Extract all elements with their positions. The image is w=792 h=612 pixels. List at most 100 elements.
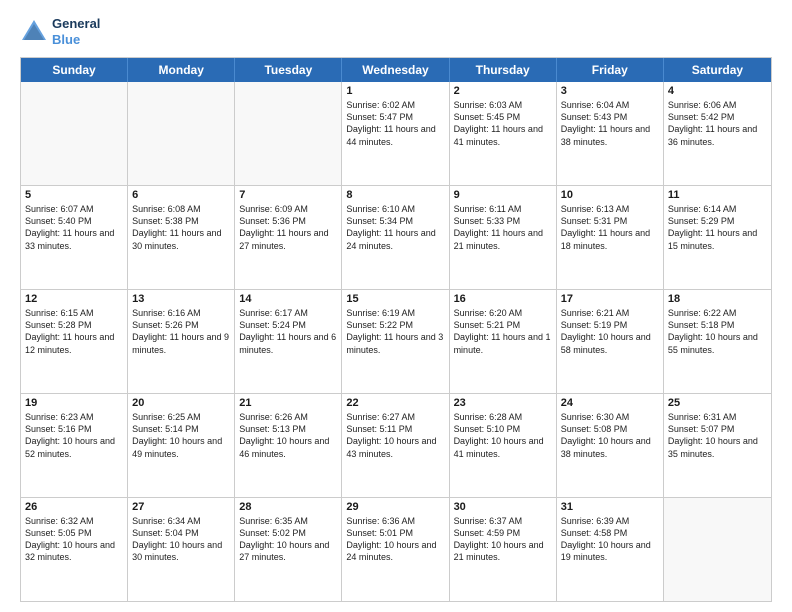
day-number: 17 bbox=[561, 293, 659, 305]
day-info: Sunrise: 6:34 AM Sunset: 5:04 PM Dayligh… bbox=[132, 515, 230, 564]
day-number: 16 bbox=[454, 293, 552, 305]
calendar-empty-cell bbox=[128, 82, 235, 185]
day-number: 19 bbox=[25, 397, 123, 409]
calendar: SundayMondayTuesdayWednesdayThursdayFrid… bbox=[20, 57, 772, 602]
calendar-day-21: 21Sunrise: 6:26 AM Sunset: 5:13 PM Dayli… bbox=[235, 394, 342, 497]
day-info: Sunrise: 6:39 AM Sunset: 4:58 PM Dayligh… bbox=[561, 515, 659, 564]
day-info: Sunrise: 6:07 AM Sunset: 5:40 PM Dayligh… bbox=[25, 203, 123, 252]
header-day-sunday: Sunday bbox=[21, 58, 128, 82]
header-day-wednesday: Wednesday bbox=[342, 58, 449, 82]
calendar-day-17: 17 Sunrise: 6:21 AM Sunset: 5:19 PM Dayli… bbox=[557, 290, 664, 393]
day-number: 9 bbox=[454, 189, 552, 201]
calendar-day-30: 30 Sunrise: 6:37 AM Sunset: 4:59 PM Dayli… bbox=[450, 498, 557, 601]
calendar-week-4: 19 Sunrise: 6:23 AM Sunset: 5:16 PM Dayli… bbox=[21, 393, 771, 497]
calendar-day-7: 7 Sunrise: 6:09 AM Sunset: 5:36 PM Daylig… bbox=[235, 186, 342, 289]
calendar-day-3: 3 Sunrise: 6:04 AM Sunset: 5:43 PM Daylig… bbox=[557, 82, 664, 185]
calendar-day-2: 2Sunrise: 6:03 AM Sunset: 5:45 PM Daylig… bbox=[450, 82, 557, 185]
day-number: 24 bbox=[561, 397, 659, 409]
day-info: Sunrise: 6:31 AM Sunset: 5:07 PM Dayligh… bbox=[668, 411, 767, 460]
day-info: Sunrise: 6:32 AM Sunset: 5:05 PM Dayligh… bbox=[25, 515, 123, 564]
calendar-day-10: 10Sunrise: 6:13 AM Sunset: 5:31 PM Dayli… bbox=[557, 186, 664, 289]
calendar-day-1: 1 Sunrise: 6:02 AM Sunset: 5:47 PM Daylig… bbox=[342, 82, 449, 185]
calendar-body: 1 Sunrise: 6:02 AM Sunset: 5:47 PM Daylig… bbox=[21, 82, 771, 601]
calendar-week-1: 1 Sunrise: 6:02 AM Sunset: 5:47 PM Daylig… bbox=[21, 82, 771, 185]
calendar-day-6: 6 Sunrise: 6:08 AM Sunset: 5:38 PM Daylig… bbox=[128, 186, 235, 289]
logo-text: General Blue bbox=[52, 16, 100, 47]
day-info: Sunrise: 6:02 AM Sunset: 5:47 PM Dayligh… bbox=[346, 99, 444, 148]
day-info: Sunrise: 6:20 AM Sunset: 5:21 PM Dayligh… bbox=[454, 307, 552, 356]
calendar-day-27: 27 Sunrise: 6:34 AM Sunset: 5:04 PM Dayli… bbox=[128, 498, 235, 601]
calendar-day-25: 25 Sunrise: 6:31 AM Sunset: 5:07 PM Dayli… bbox=[664, 394, 771, 497]
day-number: 30 bbox=[454, 501, 552, 513]
calendar-day-11: 11 Sunrise: 6:14 AM Sunset: 5:29 PM Dayli… bbox=[664, 186, 771, 289]
calendar-day-13: 13 Sunrise: 6:16 AM Sunset: 5:26 PM Dayli… bbox=[128, 290, 235, 393]
day-number: 4 bbox=[668, 85, 767, 97]
calendar-day-5: 5 Sunrise: 6:07 AM Sunset: 5:40 PM Daylig… bbox=[21, 186, 128, 289]
day-info: Sunrise: 6:37 AM Sunset: 4:59 PM Dayligh… bbox=[454, 515, 552, 564]
day-info: Sunrise: 6:30 AM Sunset: 5:08 PM Dayligh… bbox=[561, 411, 659, 460]
calendar-day-22: 22Sunrise: 6:27 AM Sunset: 5:11 PM Dayli… bbox=[342, 394, 449, 497]
day-info: Sunrise: 6:23 AM Sunset: 5:16 PM Dayligh… bbox=[25, 411, 123, 460]
day-info: Sunrise: 6:04 AM Sunset: 5:43 PM Dayligh… bbox=[561, 99, 659, 148]
calendar-day-24: 24 Sunrise: 6:30 AM Sunset: 5:08 PM Dayli… bbox=[557, 394, 664, 497]
calendar-day-15: 15 Sunrise: 6:19 AM Sunset: 5:22 PM Dayli… bbox=[342, 290, 449, 393]
day-info: Sunrise: 6:22 AM Sunset: 5:18 PM Dayligh… bbox=[668, 307, 767, 356]
day-number: 18 bbox=[668, 293, 767, 305]
day-info: Sunrise: 6:21 AM Sunset: 5:19 PM Dayligh… bbox=[561, 307, 659, 356]
day-number: 29 bbox=[346, 501, 444, 513]
calendar-empty-cell bbox=[664, 498, 771, 601]
header-day-thursday: Thursday bbox=[450, 58, 557, 82]
day-number: 13 bbox=[132, 293, 230, 305]
calendar-week-3: 12Sunrise: 6:15 AM Sunset: 5:28 PM Dayli… bbox=[21, 289, 771, 393]
day-info: Sunrise: 6:08 AM Sunset: 5:38 PM Dayligh… bbox=[132, 203, 230, 252]
day-info: Sunrise: 6:36 AM Sunset: 5:01 PM Dayligh… bbox=[346, 515, 444, 564]
calendar-day-12: 12Sunrise: 6:15 AM Sunset: 5:28 PM Dayli… bbox=[21, 290, 128, 393]
calendar-empty-cell bbox=[21, 82, 128, 185]
day-info: Sunrise: 6:28 AM Sunset: 5:10 PM Dayligh… bbox=[454, 411, 552, 460]
header-day-friday: Friday bbox=[557, 58, 664, 82]
calendar-day-9: 9 Sunrise: 6:11 AM Sunset: 5:33 PM Daylig… bbox=[450, 186, 557, 289]
day-number: 1 bbox=[346, 85, 444, 97]
calendar-week-5: 26Sunrise: 6:32 AM Sunset: 5:05 PM Dayli… bbox=[21, 497, 771, 601]
day-number: 31 bbox=[561, 501, 659, 513]
logo: General Blue bbox=[20, 16, 100, 47]
day-number: 22 bbox=[346, 397, 444, 409]
header: General Blue bbox=[20, 16, 772, 47]
calendar-day-20: 20 Sunrise: 6:25 AM Sunset: 5:14 PM Dayli… bbox=[128, 394, 235, 497]
day-info: Sunrise: 6:16 AM Sunset: 5:26 PM Dayligh… bbox=[132, 307, 230, 356]
day-number: 25 bbox=[668, 397, 767, 409]
day-info: Sunrise: 6:09 AM Sunset: 5:36 PM Dayligh… bbox=[239, 203, 337, 252]
day-number: 2 bbox=[454, 85, 552, 97]
day-info: Sunrise: 6:11 AM Sunset: 5:33 PM Dayligh… bbox=[454, 203, 552, 252]
day-info: Sunrise: 6:25 AM Sunset: 5:14 PM Dayligh… bbox=[132, 411, 230, 460]
day-info: Sunrise: 6:15 AM Sunset: 5:28 PM Dayligh… bbox=[25, 307, 123, 356]
day-number: 8 bbox=[346, 189, 444, 201]
day-number: 3 bbox=[561, 85, 659, 97]
calendar-day-26: 26Sunrise: 6:32 AM Sunset: 5:05 PM Dayli… bbox=[21, 498, 128, 601]
day-info: Sunrise: 6:13 AM Sunset: 5:31 PM Dayligh… bbox=[561, 203, 659, 252]
header-day-monday: Monday bbox=[128, 58, 235, 82]
day-number: 20 bbox=[132, 397, 230, 409]
header-day-saturday: Saturday bbox=[664, 58, 771, 82]
day-info: Sunrise: 6:19 AM Sunset: 5:22 PM Dayligh… bbox=[346, 307, 444, 356]
day-info: Sunrise: 6:17 AM Sunset: 5:24 PM Dayligh… bbox=[239, 307, 337, 356]
calendar-day-8: 8Sunrise: 6:10 AM Sunset: 5:34 PM Daylig… bbox=[342, 186, 449, 289]
page: General Blue SundayMondayTuesdayWednesda… bbox=[0, 0, 792, 612]
day-number: 15 bbox=[346, 293, 444, 305]
day-info: Sunrise: 6:06 AM Sunset: 5:42 PM Dayligh… bbox=[668, 99, 767, 148]
day-number: 6 bbox=[132, 189, 230, 201]
day-number: 28 bbox=[239, 501, 337, 513]
calendar-day-18: 18 Sunrise: 6:22 AM Sunset: 5:18 PM Dayli… bbox=[664, 290, 771, 393]
calendar-day-14: 14Sunrise: 6:17 AM Sunset: 5:24 PM Dayli… bbox=[235, 290, 342, 393]
day-number: 11 bbox=[668, 189, 767, 201]
day-number: 5 bbox=[25, 189, 123, 201]
day-info: Sunrise: 6:14 AM Sunset: 5:29 PM Dayligh… bbox=[668, 203, 767, 252]
calendar-day-31: 31 Sunrise: 6:39 AM Sunset: 4:58 PM Dayli… bbox=[557, 498, 664, 601]
day-number: 27 bbox=[132, 501, 230, 513]
day-info: Sunrise: 6:26 AM Sunset: 5:13 PM Dayligh… bbox=[239, 411, 337, 460]
day-number: 7 bbox=[239, 189, 337, 201]
logo-icon bbox=[20, 18, 48, 46]
calendar-day-29: 29 Sunrise: 6:36 AM Sunset: 5:01 PM Dayli… bbox=[342, 498, 449, 601]
calendar-day-28: 28Sunrise: 6:35 AM Sunset: 5:02 PM Dayli… bbox=[235, 498, 342, 601]
calendar-day-16: 16 Sunrise: 6:20 AM Sunset: 5:21 PM Dayli… bbox=[450, 290, 557, 393]
